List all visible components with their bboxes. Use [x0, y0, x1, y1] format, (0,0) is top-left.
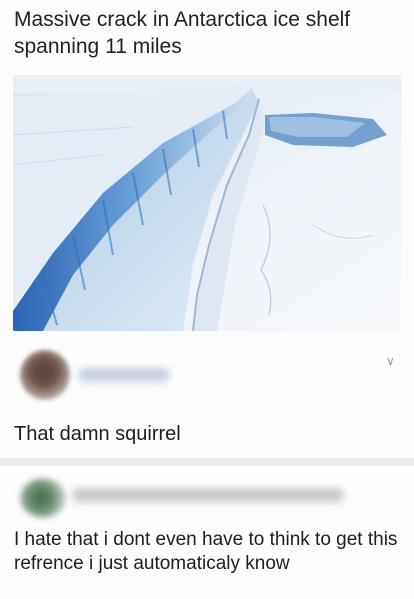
- ice-crack-illustration: [13, 75, 401, 331]
- commenter-name-redacted[interactable]: [72, 488, 344, 502]
- post-image[interactable]: [13, 75, 401, 331]
- comment-text: That damn squirrel: [14, 423, 181, 445]
- chevron-down-icon[interactable]: ∨: [386, 354, 395, 368]
- divider: [0, 458, 414, 466]
- avatar[interactable]: [20, 350, 70, 400]
- avatar[interactable]: [20, 478, 66, 518]
- commenter-name-redacted[interactable]: [78, 368, 170, 382]
- comment-1: ∨ That damn squirrel: [0, 336, 414, 458]
- post-title: Massive crack in Antarctica ice shelf sp…: [14, 8, 351, 58]
- comment-2: I hate that i dont even have to think to…: [0, 466, 414, 599]
- comment-text: I hate that i dont even have to think to…: [14, 529, 398, 574]
